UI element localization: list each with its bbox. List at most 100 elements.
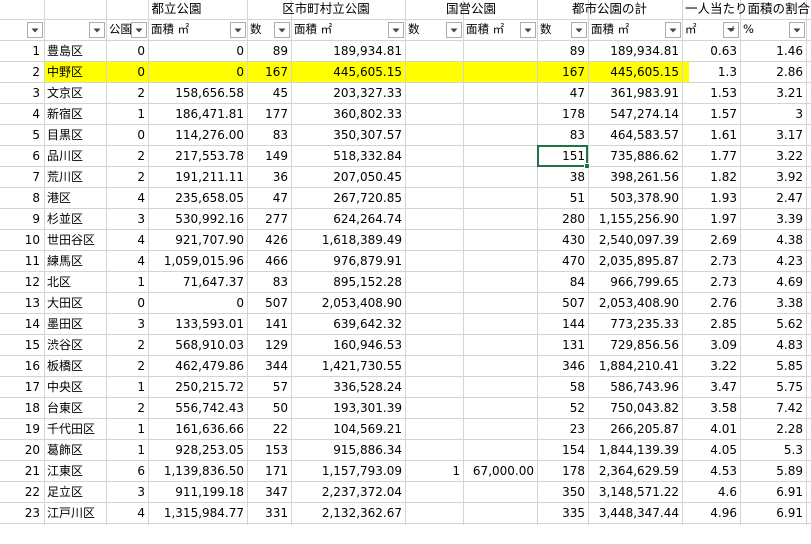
table-cell-ua[interactable]: 518,332.84 xyxy=(291,146,405,167)
table-cell-uc[interactable]: 466 xyxy=(247,251,291,272)
ward-name-cell[interactable]: 目黒区 xyxy=(44,125,106,146)
table-cell-ta[interactable]: 2,364,629.59 xyxy=(588,461,682,482)
fill-handle[interactable] xyxy=(584,163,590,169)
table-cell-ma[interactable]: 250,215.72 xyxy=(148,377,247,398)
table-cell-pct[interactable]: 4.69 xyxy=(740,272,806,293)
table-cell-na[interactable] xyxy=(463,41,537,62)
filter-button[interactable] xyxy=(230,22,246,38)
table-cell-pc[interactable]: 1.61 xyxy=(682,125,740,146)
table-cell-uc[interactable]: 331 xyxy=(247,503,291,524)
table-cell-ua[interactable]: 193,301.39 xyxy=(291,398,405,419)
table-cell-uc[interactable]: 36 xyxy=(247,167,291,188)
table-cell-pct[interactable]: 4.38 xyxy=(740,230,806,251)
table-cell-nc[interactable] xyxy=(405,314,463,335)
table-cell-tc[interactable]: 346 xyxy=(537,356,588,377)
table-cell-na[interactable] xyxy=(463,62,537,83)
table-cell-mc[interactable]: 6 xyxy=(106,461,148,482)
table-cell-tc[interactable]: 507 xyxy=(537,293,588,314)
table-cell-ta[interactable]: 189,934.81 xyxy=(588,41,682,62)
table-cell-ma[interactable]: 186,471.81 xyxy=(148,104,247,125)
table-cell-ta[interactable]: 2,035,895.87 xyxy=(588,251,682,272)
ward-name-cell[interactable]: 墨田区 xyxy=(44,314,106,335)
table-cell-ua[interactable]: 445,605.15 xyxy=(291,62,405,83)
table-cell-nc[interactable] xyxy=(405,125,463,146)
table-cell-ua[interactable]: 203,327.33 xyxy=(291,83,405,104)
ward-name-cell[interactable]: 品川区 xyxy=(44,146,106,167)
table-cell-ta[interactable]: 445,605.15 xyxy=(588,62,682,83)
table-cell-mc[interactable]: 0 xyxy=(106,293,148,314)
table-cell-tc[interactable]: 430 xyxy=(537,230,588,251)
table-cell-ma[interactable]: 235,658.05 xyxy=(148,188,247,209)
table-cell-uc[interactable]: 129 xyxy=(247,335,291,356)
ward-name-cell[interactable]: 北区 xyxy=(44,272,106,293)
table-cell-tc[interactable]: 131 xyxy=(537,335,588,356)
table-cell-ma[interactable]: 530,992.16 xyxy=(148,209,247,230)
ward-name-cell[interactable]: 江東区 xyxy=(44,461,106,482)
table-cell-ua[interactable]: 350,307.57 xyxy=(291,125,405,146)
table-cell-pc[interactable]: 4.05 xyxy=(682,440,740,461)
table-cell-ta[interactable]: 3,148,571.22 xyxy=(588,482,682,503)
ward-name-cell[interactable]: 大田区 xyxy=(44,293,106,314)
table-cell-mc[interactable]: 1 xyxy=(106,104,148,125)
table-cell-uc[interactable]: 141 xyxy=(247,314,291,335)
ward-name-cell[interactable]: 渋谷区 xyxy=(44,335,106,356)
table-cell-ta[interactable]: 729,856.56 xyxy=(588,335,682,356)
table-cell-pc[interactable]: 0.63 xyxy=(682,41,740,62)
table-cell-nc[interactable] xyxy=(405,251,463,272)
table-cell-tc[interactable]: 154 xyxy=(537,440,588,461)
table-cell-tc[interactable]: 178 xyxy=(537,461,588,482)
table-cell-na[interactable] xyxy=(463,209,537,230)
table-cell-uc[interactable]: 83 xyxy=(247,125,291,146)
table-cell-nc[interactable] xyxy=(405,167,463,188)
table-cell-na[interactable] xyxy=(463,251,537,272)
table-cell-ua[interactable]: 2,053,408.90 xyxy=(291,293,405,314)
table-cell-mc[interactable]: 1 xyxy=(106,377,148,398)
table-cell-pct[interactable]: 4.83 xyxy=(740,335,806,356)
table-cell-ma[interactable]: 1,059,015.96 xyxy=(148,251,247,272)
ward-name-cell[interactable]: 新宿区 xyxy=(44,104,106,125)
table-cell-pc[interactable]: 3.58 xyxy=(682,398,740,419)
table-cell-tc[interactable]: 83 xyxy=(537,125,588,146)
table-cell-pc[interactable]: 1.57 xyxy=(682,104,740,125)
ward-name-cell[interactable]: 荒川区 xyxy=(44,167,106,188)
table-cell-pc[interactable]: 3.22 xyxy=(682,356,740,377)
table-cell-mc[interactable]: 4 xyxy=(106,230,148,251)
table-cell-ma[interactable]: 1,139,836.50 xyxy=(148,461,247,482)
table-cell-uc[interactable]: 177 xyxy=(247,104,291,125)
table-cell-mc[interactable]: 2 xyxy=(106,356,148,377)
table-cell-ua[interactable]: 2,237,372.04 xyxy=(291,482,405,503)
table-cell-nc[interactable] xyxy=(405,398,463,419)
table-cell-tc[interactable]: 144 xyxy=(537,314,588,335)
table-cell-pc[interactable]: 1.93 xyxy=(682,188,740,209)
table-cell-pct[interactable]: 7.42 xyxy=(740,398,806,419)
table-cell-ta[interactable]: 464,583.57 xyxy=(588,125,682,146)
table-cell-tc[interactable]: 47 xyxy=(537,83,588,104)
table-cell-mc[interactable]: 3 xyxy=(106,209,148,230)
table-cell-pct[interactable]: 5.75 xyxy=(740,377,806,398)
table-cell-tc[interactable]: 335 xyxy=(537,503,588,524)
table-cell-ta[interactable]: 1,884,210.41 xyxy=(588,356,682,377)
table-cell-tc[interactable]: 167 xyxy=(537,62,588,83)
table-cell-na[interactable] xyxy=(463,272,537,293)
table-cell-tc[interactable]: 89 xyxy=(537,41,588,62)
table-cell-pct[interactable]: 3.17 xyxy=(740,125,806,146)
table-cell-ta[interactable]: 361,983.91 xyxy=(588,83,682,104)
table-cell-ma[interactable]: 1,315,984.77 xyxy=(148,503,247,524)
table-cell-ua[interactable]: 624,264.74 xyxy=(291,209,405,230)
table-cell-uc[interactable]: 347 xyxy=(247,482,291,503)
table-cell-nc[interactable] xyxy=(405,188,463,209)
table-cell-pct[interactable]: 2.47 xyxy=(740,188,806,209)
filter-button[interactable] xyxy=(789,22,805,38)
table-cell-na[interactable] xyxy=(463,125,537,146)
table-cell-ta[interactable]: 3,448,347.44 xyxy=(588,503,682,524)
table-cell-ma[interactable]: 133,593.01 xyxy=(148,314,247,335)
table-cell-nc[interactable] xyxy=(405,356,463,377)
table-cell-nc[interactable] xyxy=(405,272,463,293)
table-cell-tc[interactable]: 58 xyxy=(537,377,588,398)
table-cell-ua[interactable]: 104,569.21 xyxy=(291,419,405,440)
table-cell-uc[interactable]: 167 xyxy=(247,62,291,83)
table-cell-pct[interactable]: 3.22 xyxy=(740,146,806,167)
table-cell-na[interactable] xyxy=(463,398,537,419)
table-cell-nc[interactable] xyxy=(405,419,463,440)
table-cell-uc[interactable]: 426 xyxy=(247,230,291,251)
